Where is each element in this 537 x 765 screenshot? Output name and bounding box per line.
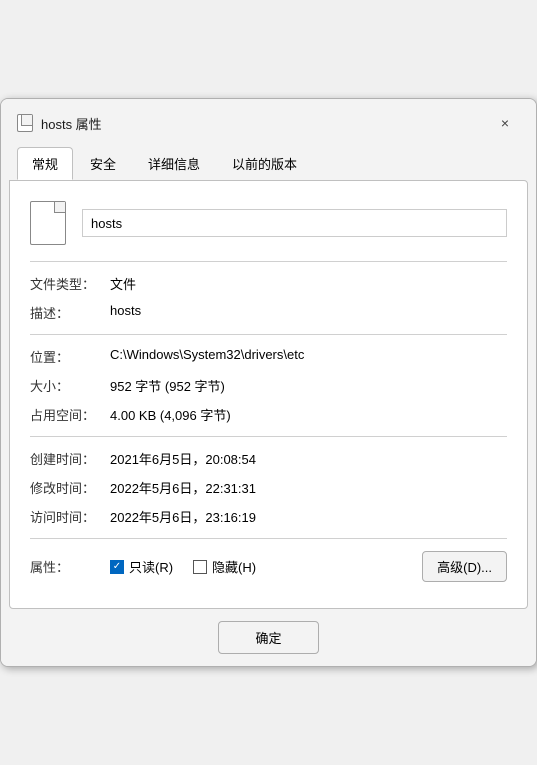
attributes-controls: 只读(R) 隐藏(H) 高级(D)... (110, 551, 507, 582)
title-bar: hosts 属性 × (1, 99, 536, 135)
divider-3 (30, 436, 507, 437)
size-value: 952 字节 (952 字节) (110, 376, 507, 395)
window: hosts 属性 × 常规 安全 详细信息 以前的版本 文件类型： 文件 描述：… (0, 98, 537, 667)
file-name-input[interactable] (82, 209, 507, 237)
created-value: 2021年6月5日，20:08:54 (110, 449, 507, 468)
title-file-icon (17, 114, 33, 132)
location-value: C:\Windows\System32\drivers\etc (110, 347, 507, 362)
tab-general[interactable]: 常规 (17, 147, 73, 180)
file-header (30, 201, 507, 245)
modified-label: 修改时间： (30, 478, 110, 497)
file-icon (30, 201, 66, 245)
readonly-label: 只读(R) (129, 557, 173, 576)
accessed-label: 访问时间： (30, 507, 110, 526)
created-row: 创建时间： 2021年6月5日，20:08:54 (30, 449, 507, 468)
advanced-button[interactable]: 高级(D)... (422, 551, 507, 582)
divider-4 (30, 538, 507, 539)
attributes-label: 属性： (30, 557, 110, 576)
location-row: 位置： C:\Windows\System32\drivers\etc (30, 347, 507, 366)
size-label: 大小： (30, 376, 110, 395)
attributes-row: 属性： 只读(R) 隐藏(H) 高级(D)... (30, 551, 507, 582)
readonly-checkbox[interactable]: 只读(R) (110, 557, 173, 576)
readonly-checkbox-box[interactable] (110, 560, 124, 574)
window-title: hosts 属性 (41, 114, 102, 133)
accessed-value: 2022年5月6日，23:16:19 (110, 507, 507, 526)
tab-security[interactable]: 安全 (75, 147, 131, 180)
location-label: 位置： (30, 347, 110, 366)
ok-button[interactable]: 确定 (218, 621, 318, 654)
description-label: 描述： (30, 303, 110, 322)
disksize-value: 4.00 KB (4,096 字节) (110, 405, 507, 424)
tab-bar: 常规 安全 详细信息 以前的版本 (1, 139, 536, 180)
created-label: 创建时间： (30, 449, 110, 468)
tab-details[interactable]: 详细信息 (133, 147, 215, 180)
filetype-row: 文件类型： 文件 (30, 274, 507, 293)
hidden-checkbox[interactable]: 隐藏(H) (193, 557, 256, 576)
accessed-row: 访问时间： 2022年5月6日，23:16:19 (30, 507, 507, 526)
size-row: 大小： 952 字节 (952 字节) (30, 376, 507, 395)
modified-row: 修改时间： 2022年5月6日，22:31:31 (30, 478, 507, 497)
description-value: hosts (110, 303, 507, 318)
divider-2 (30, 334, 507, 335)
bottom-bar: 确定 (1, 609, 536, 666)
title-bar-left: hosts 属性 (17, 114, 102, 133)
close-button[interactable]: × (490, 111, 520, 135)
filetype-label: 文件类型： (30, 274, 110, 293)
disksize-label: 占用空间： (30, 405, 110, 424)
tab-previous-versions[interactable]: 以前的版本 (217, 147, 312, 180)
hidden-label: 隐藏(H) (212, 557, 256, 576)
disksize-row: 占用空间： 4.00 KB (4,096 字节) (30, 405, 507, 424)
filetype-value: 文件 (110, 274, 507, 293)
hidden-checkbox-box[interactable] (193, 560, 207, 574)
modified-value: 2022年5月6日，22:31:31 (110, 478, 507, 497)
tab-content: 文件类型： 文件 描述： hosts 位置： C:\Windows\System… (9, 180, 528, 609)
divider-1 (30, 261, 507, 262)
description-row: 描述： hosts (30, 303, 507, 322)
